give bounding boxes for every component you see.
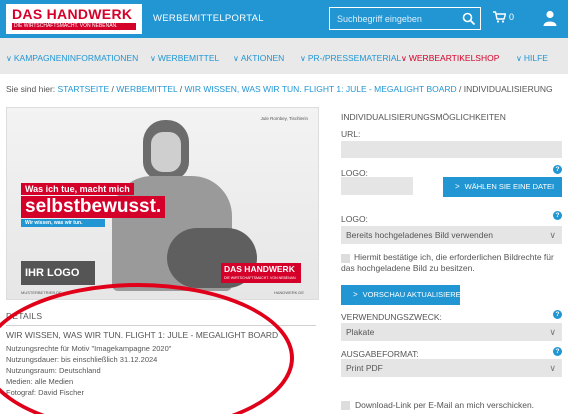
poster-credit: Jule Rombey, Tischlerin	[260, 116, 308, 121]
usage-label: VERWENDUNGSZWECK:	[341, 312, 442, 322]
poster-slogan-line3: Wir wissen, was wir tun.	[21, 219, 105, 227]
help-icon[interactable]: ?	[553, 211, 562, 220]
breadcrumb-current: INDIVIDUALISIERUNG	[463, 84, 553, 94]
output-format-label: AUSGABEFORMAT:	[341, 349, 419, 359]
breadcrumb-separator: /	[459, 84, 462, 94]
cart-button[interactable]: 0	[493, 11, 514, 23]
breadcrumb-link-werbemittel[interactable]: WERBEMITTEL	[116, 84, 177, 94]
cart-icon	[493, 11, 506, 23]
rights-checkbox-label: Hiermit bestätige ich, die erforderliche…	[341, 252, 554, 273]
nav-item-kampagneninformationen[interactable]: ∨ KAMPAGNENINFORMATIONEN	[6, 53, 138, 63]
usage-select[interactable]: Plakate ∨	[341, 323, 562, 341]
logo-tagline: DIE WIRTSCHAFTSMACHT. VON NEBENAN.	[12, 23, 136, 30]
breadcrumb-link-startseite[interactable]: STARTSEITE	[58, 84, 110, 94]
details-section: DETAILS WIR WISSEN, WAS WIR TUN. FLIGHT …	[6, 311, 316, 398]
chevron-right-icon: >	[353, 290, 358, 299]
chevron-down-icon: ∨	[549, 327, 556, 337]
details-line: Nutzungsraum: Deutschland	[6, 366, 101, 375]
poster-logo-wordmark: DAS HANDWERK	[224, 264, 295, 274]
breadcrumb-separator: /	[179, 84, 183, 94]
logo-select-label: LOGO:	[341, 214, 368, 224]
top-header: DAS HANDWERK DIE WIRTSCHAFTSMACHT. VON N…	[0, 0, 568, 38]
help-icon[interactable]: ?	[553, 165, 562, 174]
poster-slogan-line1: Was ich tue, macht mich	[21, 183, 134, 195]
chevron-down-icon: ∨	[150, 54, 156, 63]
details-title: WIR WISSEN, WAS WIR TUN. FLIGHT 1: JULE …	[6, 330, 279, 340]
details-line: Fotograf: David Fischer	[6, 388, 84, 397]
chevron-down-icon: ∨	[549, 363, 556, 373]
download-email-label: Download-Link per E-Mail an mich verschi…	[355, 400, 535, 410]
poster-logo-placeholder: IHR LOGO	[21, 261, 95, 285]
url-label: URL:	[341, 129, 361, 139]
nav-item-aktionen[interactable]: ∨ AKTIONEN	[233, 53, 284, 63]
details-line: Medien: alle Medien	[6, 377, 74, 386]
chevron-down-icon: ∨	[6, 54, 12, 63]
poster-footer-left: MUSTERBETRIEB.DE	[21, 290, 62, 295]
search-input[interactable]	[330, 8, 460, 29]
poster-footer-right: HANDWERK.DE	[273, 290, 304, 295]
cart-count: 0	[509, 12, 515, 22]
poster-das-handwerk-logo: DAS HANDWERK DIE WIRTSCHAFTSMACHT. VON N…	[221, 263, 301, 283]
details-line: Nutzungsrechte für Motiv "Imagekampagne …	[6, 344, 172, 353]
chevron-down-icon: ∨	[549, 230, 556, 240]
nav-item-pr-pressematerial[interactable]: ∨ PR-/PRESSEMATERIAL	[300, 53, 401, 63]
details-heading: DETAILS	[6, 311, 43, 321]
nav-item-hilfe[interactable]: ∨ HILFE	[516, 53, 548, 63]
logo-source-select[interactable]: Bereits hochgeladenes Bild verwenden ∨	[341, 226, 562, 244]
user-icon[interactable]	[543, 10, 557, 26]
poster-person-face	[151, 132, 181, 172]
poster-logo-tagline: DIE WIRTSCHAFTSMACHT. VON NEBENAN.	[224, 276, 297, 280]
update-preview-button[interactable]: > VORSCHAU AKTUALISIEREN	[341, 285, 466, 305]
chevron-right-icon: >	[455, 182, 460, 191]
logo-wordmark: DAS HANDWERK	[12, 6, 133, 22]
product-preview-image[interactable]: Jule Rombey, Tischlerin Was ich tue, mac…	[6, 107, 319, 300]
search-icon[interactable]	[462, 12, 476, 26]
url-field[interactable]	[341, 141, 562, 158]
search-box	[329, 7, 481, 30]
nav-item-werbemittel[interactable]: ∨ WERBEMITTEL	[150, 53, 219, 63]
breadcrumb-separator: /	[111, 84, 114, 94]
help-icon[interactable]: ?	[553, 310, 562, 319]
chevron-down-icon: ∨	[233, 54, 239, 63]
details-divider	[6, 325, 316, 326]
breadcrumb: Sie sind hier: STARTSEITE / WERBEMITTEL …	[6, 84, 553, 94]
chevron-down-icon: ∨	[401, 54, 407, 63]
help-icon[interactable]: ?	[553, 347, 562, 356]
chevron-down-icon: ∨	[516, 54, 522, 63]
download-email-checkbox[interactable]	[341, 401, 350, 410]
main-nav: ∨ KAMPAGNENINFORMATIONEN ∨ WERBEMITTEL ∨ AK…	[0, 38, 568, 74]
choose-file-button[interactable]: > WÄHLEN SIE EINE DATEI	[443, 177, 562, 197]
breadcrumb-link-product[interactable]: WIR WISSEN, WAS WIR TUN. FLIGHT 1: JULE …	[184, 84, 456, 94]
details-line: Nutzungsdauer: bis einschließlich 31.12.…	[6, 355, 158, 364]
logo-file-field[interactable]	[341, 177, 413, 195]
breadcrumb-prefix: Sie sind hier:	[6, 84, 56, 94]
das-handwerk-logo[interactable]: DAS HANDWERK DIE WIRTSCHAFTSMACHT. VON N…	[6, 4, 142, 34]
form-heading: INDIVIDUALISIERUNGSMÖGLICHKEITEN	[341, 112, 506, 122]
portal-title[interactable]: WERBEMITTELPORTAL	[153, 13, 264, 24]
poster-slogan-line2: selbstbewusst.	[21, 196, 166, 218]
chevron-down-icon: ∨	[300, 54, 306, 63]
nav-item-werbeartikelshop[interactable]: ∨ WERBEARTIKELSHOP	[401, 53, 499, 63]
output-format-select[interactable]: Print PDF ∨	[341, 359, 562, 377]
